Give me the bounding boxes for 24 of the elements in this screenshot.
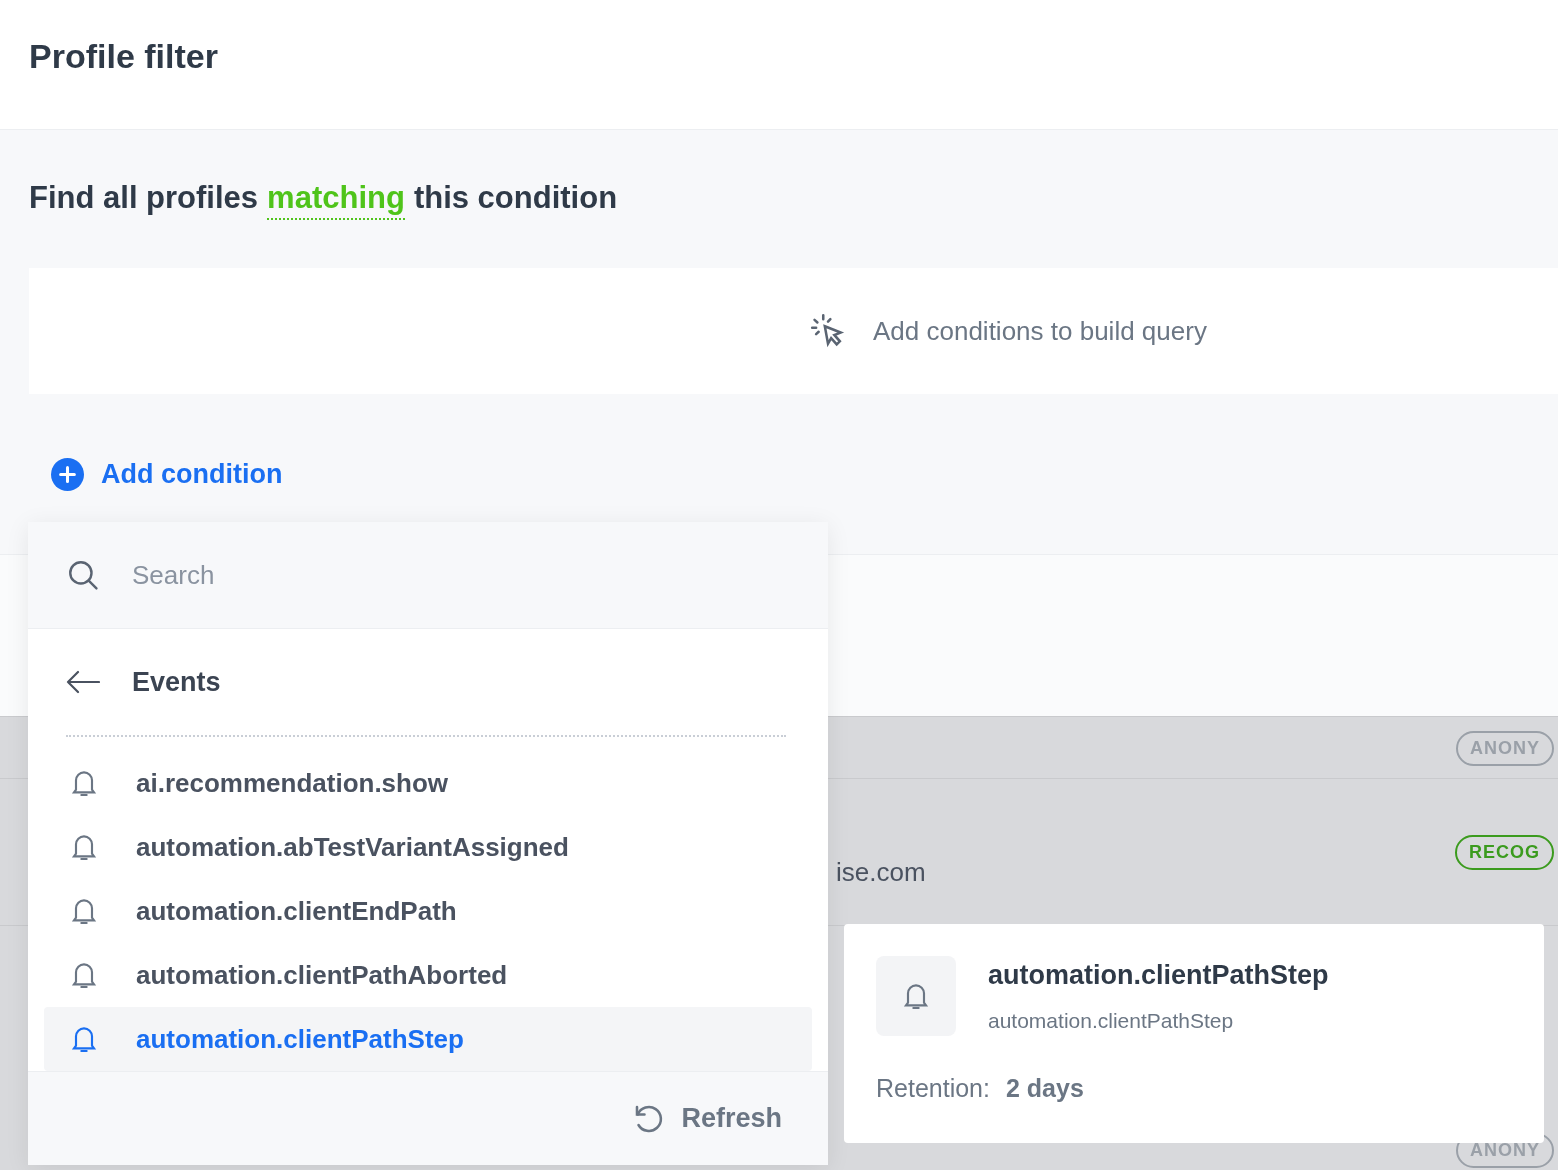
empty-query-hint: Add conditions to build query <box>873 315 1207 347</box>
cursor-click-icon <box>809 312 847 350</box>
condition-text: Find all profiles <box>29 180 259 217</box>
retention-value: 2 days <box>1005 1074 1084 1103</box>
back-button[interactable] <box>66 670 100 694</box>
refresh-button[interactable]: Refresh <box>625 1099 788 1138</box>
plus-circle-icon <box>51 458 84 491</box>
status-badge: RECOG <box>1455 835 1554 870</box>
retention-label: Retention: <box>876 1074 990 1103</box>
event-item[interactable]: automation.clientPathStep <box>44 1007 812 1071</box>
status-badge: ANONY <box>1456 731 1554 766</box>
row-text: ise.com <box>836 857 926 888</box>
event-item[interactable]: automation.clientPathAborted <box>44 943 812 1007</box>
page-title: Profile filter <box>29 37 218 76</box>
back-arrow-icon <box>66 670 100 694</box>
condition-text: this condition <box>413 180 618 217</box>
event-item[interactable]: ai.recommendation.show <box>44 751 812 815</box>
event-item[interactable]: automation.abTestVariantAssigned <box>44 815 812 879</box>
add-condition-button[interactable]: Add condition <box>51 458 283 491</box>
search-icon <box>66 558 100 592</box>
event-name: automation.clientPathStep <box>988 960 1329 991</box>
category-title: Events <box>132 666 221 698</box>
event-id: automation.clientPathStep <box>988 1009 1235 1033</box>
event-item[interactable]: automation.clientEndPath <box>44 879 812 943</box>
